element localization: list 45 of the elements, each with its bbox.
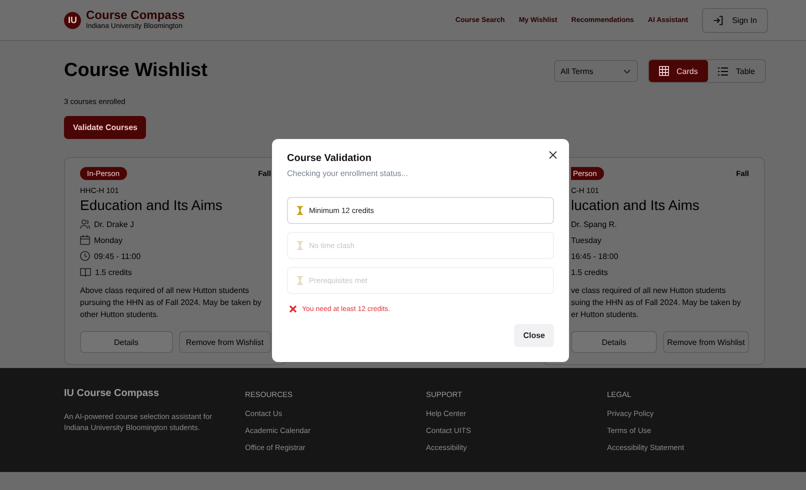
dialog-subtitle: Checking your enrollment status... (287, 169, 409, 178)
description-line: Above class required of all new Hutton students (80, 285, 250, 297)
course-title: lucation and Its Aims (571, 197, 700, 213)
calendar-icon (80, 235, 90, 245)
credits-label: 1.5 credits (95, 268, 132, 276)
list-icon (718, 66, 728, 76)
sign-in-button[interactable]: Sign In (702, 8, 768, 32)
description-line: er Hutton students. (571, 309, 640, 321)
brand-title: Course Compass (86, 9, 185, 22)
page-title: Course Wishlist (64, 60, 208, 82)
meeting-time: 09:45 - 11:00 (94, 252, 141, 260)
credits-label: 1.5 credits (571, 268, 608, 276)
sign-in-icon (713, 14, 724, 26)
hourglass-icon (297, 206, 303, 215)
instructor-name: Dr. Spang R. (571, 220, 617, 228)
view-tab[interactable]: Table (708, 60, 765, 82)
instructor-name: Dr. Drake J (94, 220, 134, 228)
description-line: other Hutton students. (80, 309, 160, 321)
close-icon[interactable] (547, 149, 559, 161)
course-title: Education and Its Aims (80, 197, 224, 213)
clock-icon (80, 251, 90, 261)
logo-mark: IU (64, 12, 81, 28)
meeting-day: Tuesday (571, 236, 602, 244)
remove-button[interactable]: Remove from Wishlist (663, 331, 749, 353)
description-line: ve class required of all new Hutton students (571, 285, 727, 297)
term-select[interactable]: All Terms (554, 60, 638, 82)
grid-icon (658, 66, 669, 76)
book-icon (80, 268, 91, 276)
error-x-icon (289, 305, 297, 313)
description-line: suing the HHN as of Fall 2024. May be taken by (571, 297, 742, 309)
hourglass-icon (297, 241, 303, 250)
remove-button[interactable]: Remove from Wishlist (178, 331, 271, 353)
details-button[interactable]: Details (571, 331, 657, 353)
footer-brand: IU Course Compass (64, 388, 160, 399)
details-button[interactable]: Details (80, 331, 172, 353)
description-line: pursuing the HHN as of Fall 2024. May be taken by (80, 297, 262, 309)
meeting-day: Monday (94, 236, 122, 244)
meeting-time: 16:45 - 18:00 (571, 252, 618, 260)
dialog-title: Course Validation (287, 153, 372, 164)
close-button[interactable]: Close (514, 324, 554, 347)
view-tab[interactable]: Cards (648, 60, 708, 82)
validate-courses-button[interactable]: Validate Courses (64, 116, 146, 139)
hourglass-icon (297, 276, 303, 285)
chevron-down-icon (622, 68, 631, 74)
people-icon (80, 219, 90, 229)
